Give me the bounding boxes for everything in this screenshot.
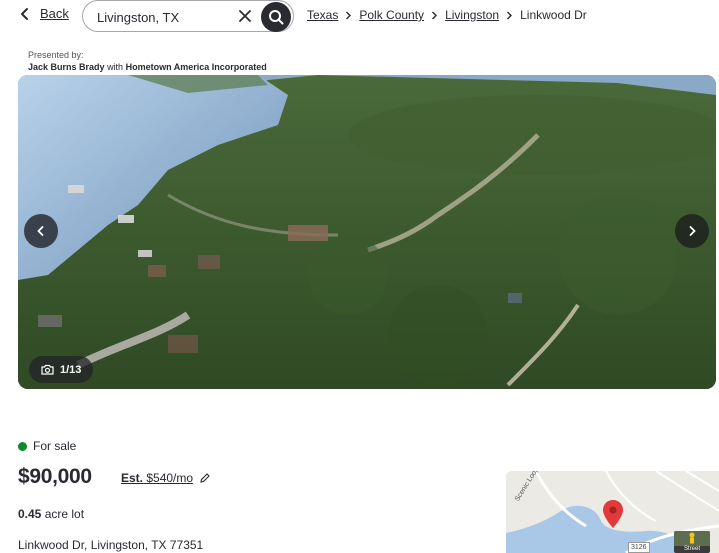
previous-photo-button[interactable] [24,214,58,248]
brokerage-name: Hometown America Incorporated [125,62,267,72]
estimated-payment-link[interactable]: Est. $540/mo [121,471,211,485]
status-label: For sale [33,439,77,453]
breadcrumb: Texas Polk County Livingston Linkwood Dr [307,8,587,22]
chevron-right-icon [689,226,696,236]
chevron-left-icon [37,226,44,236]
lot-size: 0.45 acre lot [18,507,84,521]
listing-status: For sale [18,439,76,453]
close-icon [239,10,251,22]
street-view-label: Street [683,546,700,552]
listing-price: $90,000 [18,465,92,488]
listing-address: Linkwood Dr, Livingston, TX 77351 [18,538,204,552]
search-box [82,0,294,32]
est-prefix: Est. [121,471,144,485]
agent-name[interactable]: Jack Burns Brady [28,62,105,72]
street-view-button[interactable]: Street [674,531,710,553]
listing-photo[interactable] [18,75,716,389]
top-bar: Back Texas Polk County Livingston Linkwo… [0,0,719,32]
search-button[interactable] [261,2,291,32]
chevron-right-icon [431,11,438,20]
photo-counter-button[interactable]: 1/13 [29,356,94,383]
chevron-left-icon [21,7,28,20]
location-map[interactable]: Scenic Loop 3126 Street [506,471,719,553]
status-dot [18,441,27,451]
back-button[interactable]: Back [18,6,69,21]
breadcrumb-link-state[interactable]: Texas [307,8,338,22]
search-input[interactable] [97,7,233,27]
aerial-lake-photo [18,75,716,389]
presented-by: Presented by: Jack Burns Brady with Home… [28,49,267,73]
photo-counter-text: 1/13 [60,363,82,376]
breadcrumb-current: Linkwood Dr [520,8,587,22]
presented-by-label: Presented by: [28,50,84,60]
chevron-right-icon [506,11,513,20]
route-shield: 3126 [628,542,650,553]
lot-size-value: 0.45 [18,507,42,521]
estimated-payment-text: Est. $540/mo [121,471,193,485]
pencil-icon [200,473,210,483]
chevron-right-icon [345,11,352,20]
search-icon [269,10,284,25]
lot-size-unit: acre lot [44,507,85,521]
est-payment-value: $540/mo [146,471,194,485]
map-pin-icon [603,500,623,528]
clear-search-button[interactable] [235,6,255,26]
presenter-connector: with [107,62,124,72]
camera-icon [41,364,54,375]
breadcrumb-link-city[interactable]: Livingston [445,8,499,22]
next-photo-button[interactable] [675,214,709,248]
presenter-line: Jack Burns Brady with Hometown America I… [28,61,267,73]
breadcrumb-link-county[interactable]: Polk County [359,8,424,22]
pegman-icon [674,531,710,546]
back-label: Back [40,6,69,21]
